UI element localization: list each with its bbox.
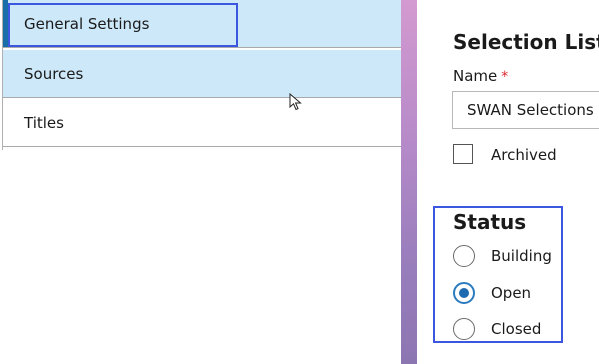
name-input[interactable] <box>452 91 599 129</box>
name-label-text: Name <box>453 67 498 85</box>
section-title: Selection List <box>453 30 599 54</box>
settings-sidebar: General Settings Sources Titles <box>0 0 401 364</box>
name-field-label: Name * <box>453 67 508 85</box>
archived-label: Archived <box>491 146 557 164</box>
annotation-highlight-status <box>433 206 563 343</box>
mouse-pointer-icon <box>289 93 302 111</box>
required-asterisk-icon: * <box>501 69 509 85</box>
sidebar-item-label: Sources <box>24 65 84 83</box>
archived-checkbox[interactable] <box>453 144 473 164</box>
annotation-highlight-general <box>8 3 238 47</box>
panel-divider <box>401 0 417 364</box>
sidebar-item-label: Titles <box>24 114 64 132</box>
sidebar-item-titles[interactable]: Titles <box>3 99 401 147</box>
sidebar-item-sources[interactable]: Sources <box>3 50 401 98</box>
